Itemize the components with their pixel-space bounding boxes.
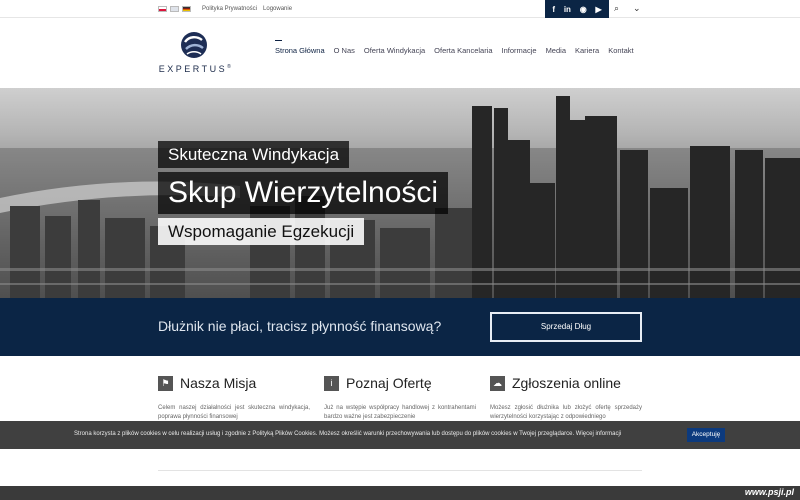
linkedin-icon[interactable]: in xyxy=(564,5,571,14)
accept-cookies-button[interactable]: Akceptuję xyxy=(687,428,725,442)
nav-item-about[interactable]: O Nas xyxy=(334,46,355,55)
search-icon[interactable]: ⌕ xyxy=(614,3,619,14)
social-links: f in ◉ ▶ xyxy=(545,0,609,18)
section-divider xyxy=(158,470,642,471)
info-icon: i xyxy=(324,375,339,391)
logo-mark-icon xyxy=(181,32,207,58)
feature-header: ⚑ Nasza Misja xyxy=(158,375,310,391)
youtube-icon[interactable]: ▶ xyxy=(595,5,601,14)
nav-item-media[interactable]: Media xyxy=(546,46,566,55)
cta-band: Dłużnik nie płaci, tracisz płynność fina… xyxy=(0,298,800,356)
feature-title[interactable]: Nasza Misja xyxy=(180,375,256,391)
feature-title[interactable]: Poznaj Ofertę xyxy=(346,375,432,391)
pl-flag-icon[interactable] xyxy=(158,6,167,12)
en-flag-icon[interactable] xyxy=(170,6,179,12)
expertus-logo[interactable]: EXPERTUS® xyxy=(155,28,237,78)
watermark-text: www.psji.pl xyxy=(744,487,794,497)
main-nav: Strona Główna O Nas Oferta Windykacja Of… xyxy=(275,40,643,55)
footer-strip: www.psji.pl xyxy=(0,486,800,500)
cookie-banner: Strona korzysta z plików cookies w celu … xyxy=(0,421,800,449)
cta-text: Dłużnik nie płaci, tracisz płynność fina… xyxy=(158,318,442,334)
hero-caption-headline: Skup Wierzytelności xyxy=(158,172,449,214)
cookie-notice-text: Strona korzysta z plików cookies w celu … xyxy=(74,431,622,437)
site-header: EXPERTUS® Strona Główna O Nas Oferta Win… xyxy=(0,18,800,88)
nav-item-contact[interactable]: Kontakt xyxy=(608,46,633,55)
feature-header: ☁ Zgłoszenia online xyxy=(490,375,642,391)
chevron-down-icon[interactable]: ⌄ xyxy=(633,3,641,14)
nav-item-debt-collection[interactable]: Oferta Windykacja xyxy=(364,46,425,55)
facebook-icon[interactable]: f xyxy=(552,5,555,14)
top-utility-links: Polityka Prywatności Logowanie xyxy=(158,0,292,18)
hero-caption-secondary: Wspomaganie Egzekucji xyxy=(158,218,365,245)
privacy-policy-link[interactable]: Polityka Prywatności xyxy=(202,6,257,12)
hero-slider[interactable]: Skuteczna Windykacja Skup Wierzytelności… xyxy=(0,88,800,298)
nav-item-information[interactable]: Informacje xyxy=(502,46,537,55)
nav-item-home[interactable]: Strona Główna xyxy=(275,40,325,55)
top-utility-bar: Polityka Prywatności Logowanie f in ◉ ▶ … xyxy=(0,0,800,18)
feature-title[interactable]: Zgłoszenia online xyxy=(512,375,621,391)
hero-caption-primary: Skuteczna Windykacja xyxy=(158,141,350,168)
nav-item-law-office[interactable]: Oferta Kancelaria xyxy=(434,46,492,55)
sell-debt-button[interactable]: Sprzedaj Dług xyxy=(490,312,642,342)
flag-icon: ⚑ xyxy=(158,375,173,391)
feature-header: i Poznaj Ofertę xyxy=(324,375,476,391)
cloud-icon: ☁ xyxy=(490,375,505,391)
logo-wordmark: EXPERTUS® xyxy=(158,64,234,74)
de-flag-icon[interactable] xyxy=(182,6,191,12)
rss-icon[interactable]: ◉ xyxy=(580,5,587,14)
nav-item-career[interactable]: Kariera xyxy=(575,46,599,55)
login-link[interactable]: Logowanie xyxy=(263,6,292,12)
